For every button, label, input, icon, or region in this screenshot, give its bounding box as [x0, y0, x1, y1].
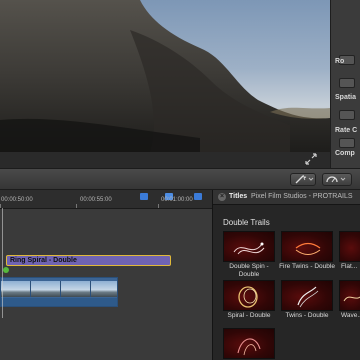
clip-thumbnail — [61, 281, 91, 297]
marker-icon[interactable] — [194, 193, 202, 200]
inspector-row-label: Rate C — [335, 127, 358, 134]
light-trail-icon — [295, 242, 321, 255]
clip-thumbnail — [91, 281, 117, 297]
timeline-ruler[interactable]: 00:00:50:00 00:00:55:00 00:01:00:00 — [0, 190, 212, 209]
ruler-tick — [76, 204, 77, 208]
clip-label: Ring Spiral - Double — [10, 257, 77, 264]
connected-title-clip[interactable]: Ring Spiral - Double — [6, 255, 171, 266]
light-trail-icon — [238, 286, 258, 308]
title-label: Double Spin - Double — [229, 263, 269, 278]
light-trail-icon — [237, 338, 261, 356]
category-heading: Double Trails — [223, 218, 270, 227]
viewer[interactable] — [0, 0, 330, 152]
title-thumbnail-fire-twins[interactable] — [281, 231, 333, 262]
magic-wand-button[interactable] — [290, 173, 316, 186]
viewer-rock-image — [0, 0, 330, 152]
title-thumbnail-spiral[interactable] — [223, 280, 275, 311]
playhead[interactable] — [2, 208, 3, 318]
inspector-panel: Ro Spatia Rate C Comp — [330, 0, 360, 168]
title-label: Wave... — [341, 312, 360, 319]
speedometer-icon — [326, 176, 346, 183]
title-label: Spiral - Double — [227, 312, 271, 319]
timeline[interactable]: 00:00:50:00 00:00:55:00 00:01:00:00 Ring… — [0, 190, 212, 360]
title-label: Flat... — [341, 263, 358, 270]
light-trail-icon — [233, 242, 265, 255]
primary-video-clip[interactable] — [0, 277, 118, 307]
title-label: Twins - Double — [285, 312, 329, 319]
browser-title: Titles — [229, 193, 248, 200]
light-trail-icon — [297, 286, 319, 308]
clip-thumbnail — [1, 281, 31, 297]
title-thumbnail[interactable] — [223, 328, 275, 359]
title-thumbnail-twins[interactable] — [281, 280, 333, 311]
timecode-label: 00:01:00:00 — [161, 197, 193, 203]
clip-audio-waveform — [1, 298, 117, 306]
title-label: Fire Twins - Double — [279, 263, 335, 270]
retime-button[interactable] — [322, 173, 352, 186]
fullscreen-icon[interactable] — [304, 152, 318, 166]
ruler-tick — [0, 204, 1, 208]
inspector-checkbox[interactable] — [339, 138, 355, 148]
clip-thumbnail — [31, 281, 61, 297]
inspector-row-label: Spatia — [335, 94, 357, 101]
inspector-row-label: Ro — [335, 58, 345, 65]
title-thumbnail-double-spin[interactable] — [223, 231, 275, 262]
title-thumbnail-flat[interactable] — [339, 231, 360, 262]
connection-point-icon — [3, 267, 9, 273]
inspector-row-label: Comp — [335, 150, 355, 157]
titles-browser: × Titles Pixel Film Studios - PROTRAILS … — [212, 190, 360, 360]
toolbar — [0, 168, 360, 190]
title-thumbnail-wave[interactable] — [339, 280, 360, 311]
browser-path: Pixel Film Studios - PROTRAILS — [251, 193, 353, 200]
light-trail-icon — [343, 296, 360, 302]
timecode-label: 00:00:55:00 — [80, 197, 112, 203]
marker-icon[interactable] — [140, 193, 148, 200]
inspector-checkbox[interactable] — [339, 110, 355, 120]
ruler-tick — [158, 204, 159, 208]
inspector-checkbox[interactable] — [339, 78, 355, 88]
timecode-label: 00:00:50:00 — [1, 197, 33, 203]
close-icon[interactable]: × — [218, 193, 226, 201]
wand-icon — [295, 174, 314, 184]
